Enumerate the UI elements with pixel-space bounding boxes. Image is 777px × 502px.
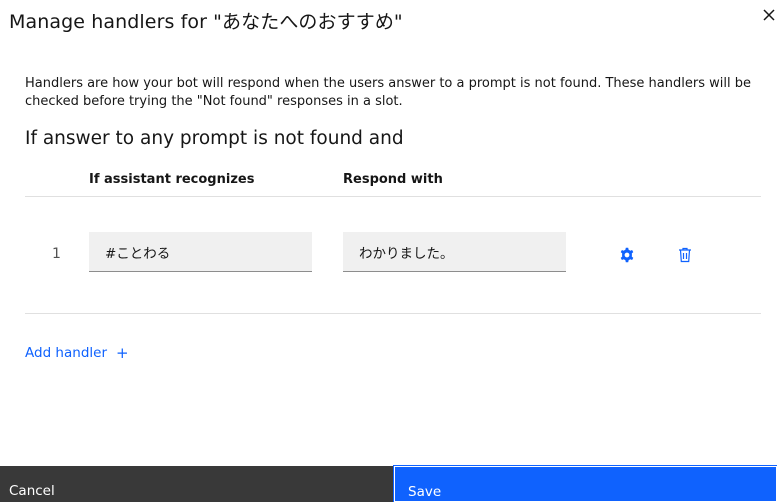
- intent-field[interactable]: #ことわる: [89, 232, 312, 272]
- cancel-button[interactable]: Cancel: [0, 466, 394, 502]
- table-divider: [25, 313, 761, 314]
- column-header-recognizes: If assistant recognizes: [89, 172, 255, 187]
- add-handler-link[interactable]: Add handler +: [25, 345, 129, 361]
- plus-icon: +: [116, 343, 129, 362]
- delete-button[interactable]: [675, 245, 695, 265]
- modal-footer: Cancel Save: [0, 465, 777, 502]
- intent-field-value: #ことわる: [105, 245, 171, 262]
- modal-title: Manage handlers for "あなたへのおすすめ": [9, 11, 403, 33]
- gear-icon: [620, 247, 634, 263]
- table-divider: [25, 196, 761, 197]
- response-field[interactable]: わかりました。: [343, 232, 566, 272]
- settings-button[interactable]: [617, 245, 637, 265]
- row-number: 1: [52, 246, 61, 262]
- close-icon: [763, 9, 775, 21]
- column-header-respond: Respond with: [343, 172, 443, 187]
- save-button[interactable]: Save: [393, 465, 777, 502]
- add-handler-label: Add handler: [25, 345, 107, 361]
- response-field-value: わかりました。: [359, 245, 454, 262]
- close-button[interactable]: [760, 6, 777, 24]
- trash-icon: [679, 247, 691, 263]
- section-heading: If answer to any prompt is not found and: [25, 128, 404, 149]
- modal-description: Handlers are how your bot will respond w…: [25, 76, 751, 109]
- manage-handlers-modal: Manage handlers for "あなたへのおすすめ" Handlers…: [0, 0, 777, 502]
